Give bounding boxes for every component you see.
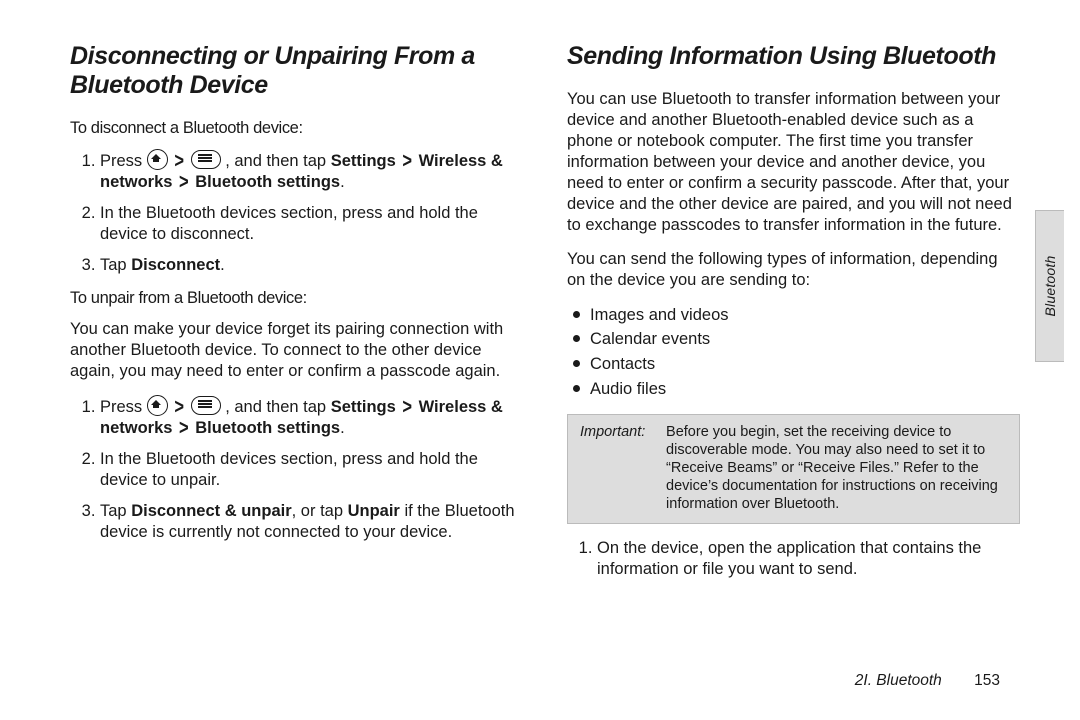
period: . (220, 256, 225, 274)
text: Tap (100, 502, 131, 520)
unpair-steps: Press > , and then tap Settings > Wirele… (70, 395, 523, 544)
settings-label: Settings (331, 398, 396, 416)
right-p1: You can use Bluetooth to transfer inform… (567, 89, 1020, 237)
chevron-icon: > (177, 415, 191, 442)
right-column: Sending Information Using Bluetooth You … (567, 42, 1020, 593)
text: , and then tap (225, 152, 331, 170)
menu-key-icon (191, 396, 221, 415)
send-steps: On the device, open the application that… (567, 538, 1020, 580)
text: Tap (100, 256, 131, 274)
disconnect-step-1: Press > , and then tap Settings > Wirele… (100, 149, 523, 193)
unpair-paragraph: You can make your device forget its pair… (70, 319, 523, 382)
chevron-icon: > (400, 147, 414, 174)
disconnect-intro: To disconnect a Bluetooth device: (70, 118, 523, 139)
right-heading: Sending Information Using Bluetooth (567, 42, 1020, 71)
unpair-step-3: Tap Disconnect & unpair, or tap Unpair i… (100, 501, 523, 543)
home-key-icon (147, 395, 168, 416)
disconnect-unpair-label: Disconnect & unpair (131, 502, 291, 520)
right-p2: You can send the following types of info… (567, 249, 1020, 291)
note-body: Before you begin, set the receiving devi… (666, 423, 1007, 514)
footer-section: 2I. Bluetooth (855, 672, 942, 689)
side-tab-label: Bluetooth (1042, 256, 1058, 317)
text: , or tap (292, 502, 348, 520)
home-key-icon (147, 149, 168, 170)
important-note: Important: Before you begin, set the rec… (567, 414, 1020, 525)
unpair-step-2: In the Bluetooth devices section, press … (100, 449, 523, 491)
menu-key-icon (191, 150, 221, 169)
page-number: 153 (974, 672, 1000, 690)
note-header: Important: (580, 423, 662, 441)
bt-settings-label: Bluetooth settings (195, 173, 340, 191)
unpair-step-1: Press > , and then tap Settings > Wirele… (100, 395, 523, 439)
chevron-icon: > (177, 169, 191, 196)
disconnect-step-2: In the Bluetooth devices section, press … (100, 203, 523, 245)
unpair-label: Unpair (348, 502, 400, 520)
manual-page: Disconnecting or Unpairing From a Blueto… (0, 0, 1080, 720)
settings-label: Settings (331, 152, 396, 170)
info-types-list: Images and videos Calendar events Contac… (567, 303, 1020, 402)
unpair-intro: To unpair from a Bluetooth device: (70, 288, 523, 309)
period: . (340, 419, 345, 437)
period: . (340, 173, 345, 191)
left-column: Disconnecting or Unpairing From a Blueto… (70, 42, 523, 593)
bt-settings-label: Bluetooth settings (195, 419, 340, 437)
page-footer: 2I. Bluetooth 153 (855, 672, 1000, 690)
send-step-1: On the device, open the application that… (597, 538, 1020, 580)
list-item: Contacts (573, 352, 1020, 377)
left-heading: Disconnecting or Unpairing From a Blueto… (70, 42, 523, 100)
list-item: Audio files (573, 377, 1020, 402)
chevron-icon: > (400, 393, 414, 420)
two-column-layout: Disconnecting or Unpairing From a Blueto… (70, 42, 1020, 593)
text: Press (100, 152, 147, 170)
disconnect-steps: Press > , and then tap Settings > Wirele… (70, 149, 523, 277)
text: Press (100, 398, 147, 416)
list-item: Calendar events (573, 327, 1020, 352)
text: , and then tap (225, 398, 331, 416)
disconnect-label: Disconnect (131, 256, 220, 274)
side-tab: Bluetooth (1035, 210, 1064, 362)
list-item: Images and videos (573, 303, 1020, 328)
disconnect-step-3: Tap Disconnect. (100, 255, 523, 276)
